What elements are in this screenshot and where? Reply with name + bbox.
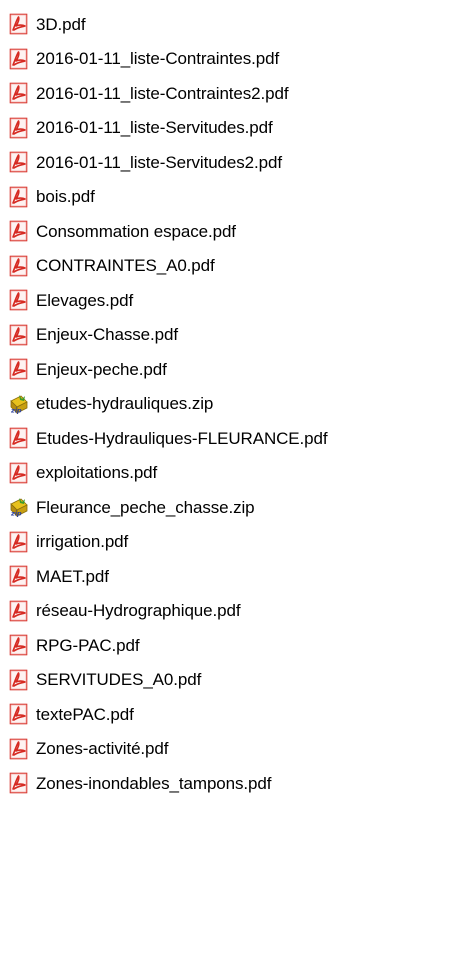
file-name: textePAC.pdf (36, 704, 134, 724)
pdf-icon (8, 427, 30, 449)
pdf-icon (8, 289, 30, 311)
file-item[interactable]: RPG-PAC.pdf (0, 628, 328, 663)
file-item[interactable]: zip etudes-hydrauliques.zip (0, 387, 328, 422)
pdf-icon (8, 151, 30, 173)
file-item[interactable]: textePAC.pdf (0, 697, 328, 732)
file-item[interactable]: SERVITUDES_A0.pdf (0, 663, 328, 698)
pdf-icon (8, 186, 30, 208)
file-name: exploitations.pdf (36, 463, 158, 483)
zip-icon: zip (8, 496, 30, 518)
file-name: Etudes-Hydrauliques-FLEURANCE.pdf (36, 428, 328, 448)
file-item[interactable]: 3D.pdf (0, 7, 328, 42)
file-item[interactable]: Etudes-Hydrauliques-FLEURANCE.pdf (0, 421, 328, 456)
file-name: RPG-PAC.pdf (36, 635, 140, 655)
file-name: Fleurance_peche_chasse.zip (36, 497, 255, 517)
pdf-icon (8, 600, 30, 622)
zip-icon: zip (8, 393, 30, 415)
file-item[interactable]: Enjeux-peche.pdf (0, 352, 328, 387)
file-item[interactable]: 2016-01-11_liste-Contraintes2.pdf (0, 76, 328, 111)
file-name: 2016-01-11_liste-Servitudes.pdf (36, 118, 273, 138)
file-item[interactable]: 2016-01-11_liste-Contraintes.pdf (0, 42, 328, 77)
pdf-icon (8, 324, 30, 346)
file-name: 2016-01-11_liste-Servitudes2.pdf (36, 152, 282, 172)
file-item[interactable]: 2016-01-11_liste-Servitudes.pdf (0, 111, 328, 146)
pdf-icon (8, 462, 30, 484)
file-item[interactable]: 2016-01-11_liste-Servitudes2.pdf (0, 145, 328, 180)
file-item[interactable]: Zones-inondables_tampons.pdf (0, 766, 328, 801)
file-item[interactable]: réseau-Hydrographique.pdf (0, 594, 328, 629)
file-name: Enjeux-Chasse.pdf (36, 325, 178, 345)
pdf-icon (8, 48, 30, 70)
svg-text:zip: zip (10, 510, 22, 518)
pdf-icon (8, 220, 30, 242)
file-item[interactable]: MAET.pdf (0, 559, 328, 594)
pdf-icon (8, 13, 30, 35)
file-name: Elevages.pdf (36, 290, 134, 310)
file-name: Zones-inondables_tampons.pdf (36, 773, 272, 793)
pdf-icon (8, 82, 30, 104)
file-item[interactable]: irrigation.pdf (0, 525, 328, 560)
pdf-icon (8, 358, 30, 380)
pdf-icon (8, 117, 30, 139)
svg-text:zip: zip (10, 406, 22, 414)
file-name: bois.pdf (36, 187, 95, 207)
file-item[interactable]: Zones-activité.pdf (0, 732, 328, 767)
file-name: etudes-hydrauliques.zip (36, 394, 214, 414)
file-item[interactable]: CONTRAINTES_A0.pdf (0, 249, 328, 284)
pdf-icon (8, 255, 30, 277)
file-item[interactable]: Elevages.pdf (0, 283, 328, 318)
file-name: CONTRAINTES_A0.pdf (36, 256, 215, 276)
file-name: réseau-Hydrographique.pdf (36, 601, 241, 621)
pdf-icon (8, 634, 30, 656)
file-name: Zones-activité.pdf (36, 739, 169, 759)
file-name: Consommation espace.pdf (36, 221, 236, 241)
pdf-icon (8, 669, 30, 691)
pdf-icon (8, 703, 30, 725)
file-name: 3D.pdf (36, 14, 86, 34)
file-list: 3D.pdf 2016-01-11_liste-Contraintes.pdf … (0, 0, 328, 801)
pdf-icon (8, 565, 30, 587)
file-item[interactable]: Consommation espace.pdf (0, 214, 328, 249)
file-item[interactable]: zip Fleurance_peche_chasse.zip (0, 490, 328, 525)
file-name: irrigation.pdf (36, 532, 129, 552)
file-name: SERVITUDES_A0.pdf (36, 670, 202, 690)
file-item[interactable]: exploitations.pdf (0, 456, 328, 491)
file-name: 2016-01-11_liste-Contraintes2.pdf (36, 83, 289, 103)
pdf-icon (8, 738, 30, 760)
file-name: 2016-01-11_liste-Contraintes.pdf (36, 49, 280, 69)
file-name: Enjeux-peche.pdf (36, 359, 167, 379)
file-item[interactable]: Enjeux-Chasse.pdf (0, 318, 328, 353)
file-name: MAET.pdf (36, 566, 109, 586)
pdf-icon (8, 772, 30, 794)
file-item[interactable]: bois.pdf (0, 180, 328, 215)
pdf-icon (8, 531, 30, 553)
